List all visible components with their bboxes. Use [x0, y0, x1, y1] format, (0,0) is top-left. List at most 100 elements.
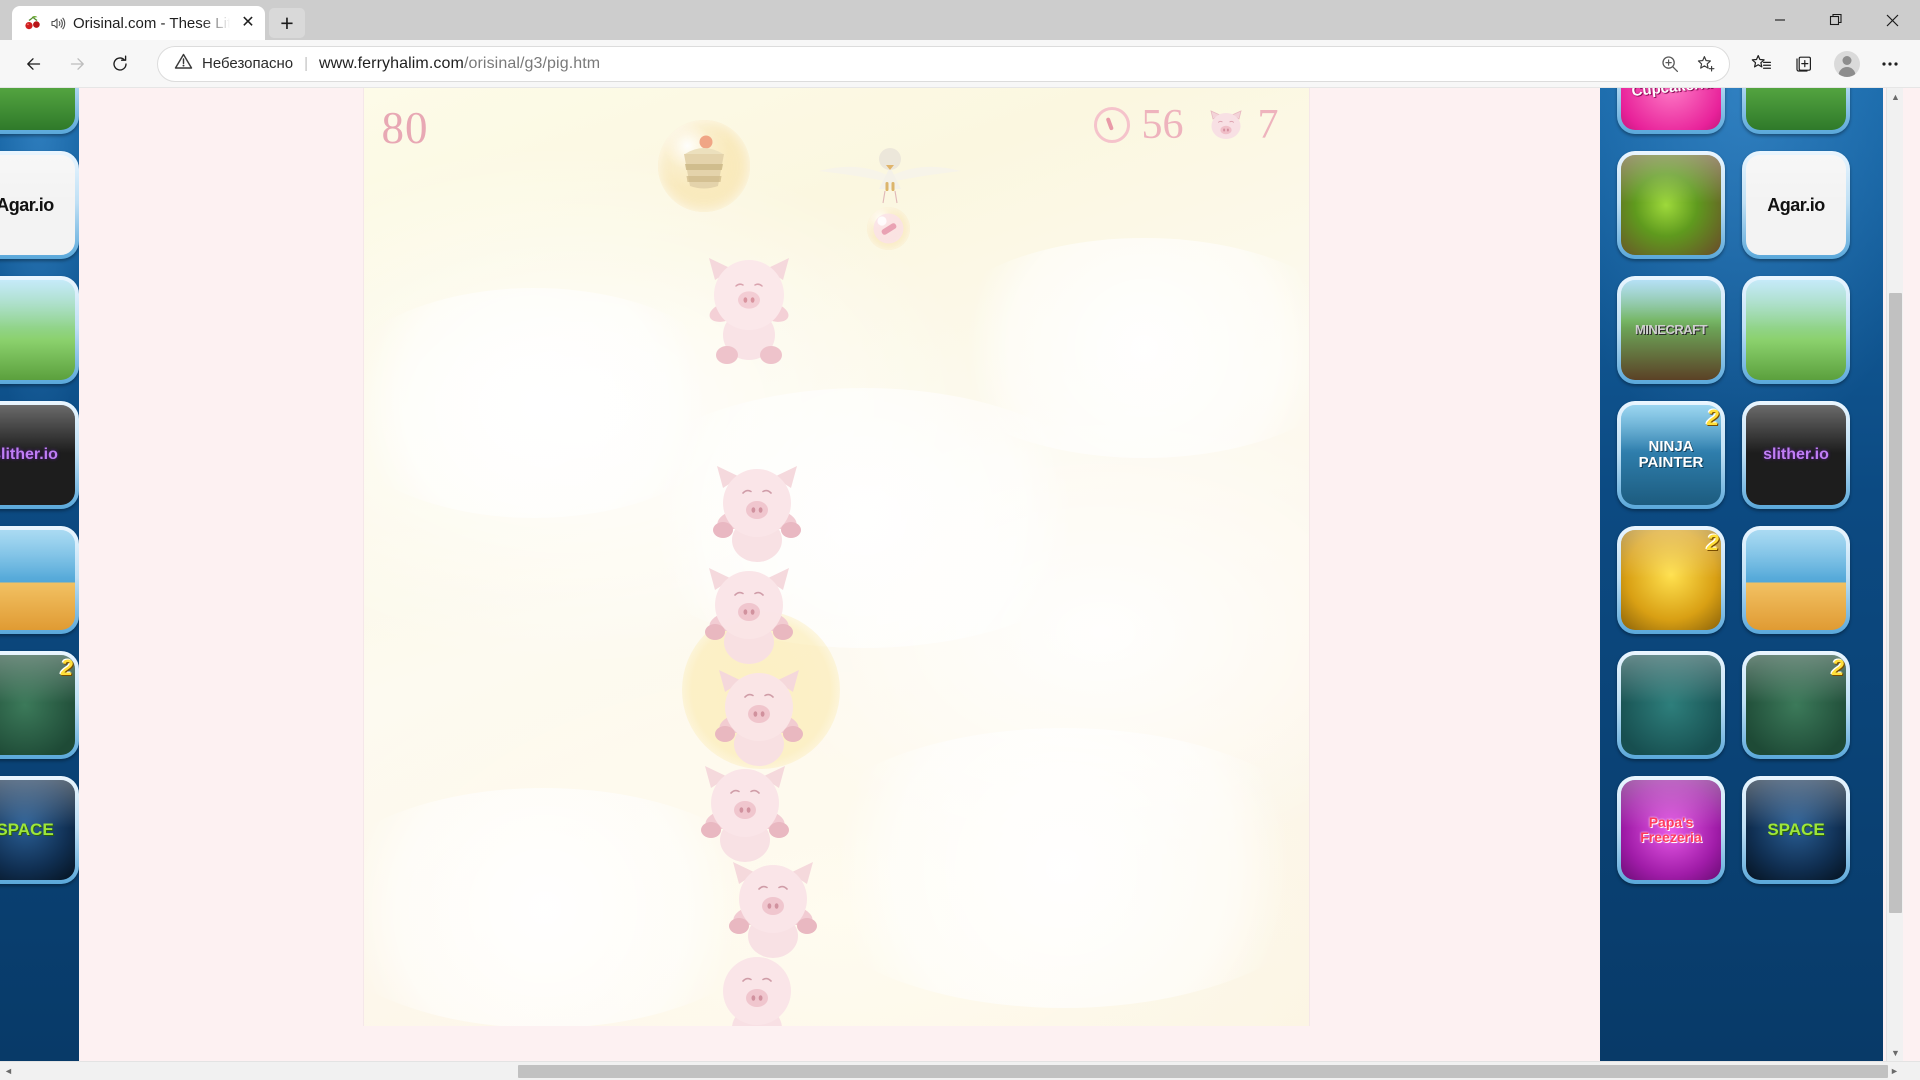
ad-tile-agar-io[interactable]: Agar.io — [1742, 151, 1850, 259]
back-button[interactable] — [14, 46, 54, 82]
url-path: /orisinal/g3/pig.htm — [463, 54, 601, 72]
ad-tile-moto-x3m[interactable] — [0, 526, 79, 634]
vertical-scroll-thumb[interactable] — [1889, 293, 1902, 913]
ad-tile-slither-io[interactable]: slither.io — [1742, 401, 1850, 509]
tab-strip: Orisinal.com - These Little Pigs ✕ + — [0, 0, 305, 40]
more-settings-icon[interactable] — [1870, 46, 1910, 82]
ad-tile-label: SPACE — [1767, 820, 1825, 840]
ad-tile-label: NINJA PAINTER — [1638, 438, 1704, 471]
timer-stat: 56 — [1093, 102, 1184, 148]
new-tab-button[interactable]: + — [269, 8, 305, 38]
browser-toolbar: Небезопасно | www.ferryhalim.com/orisina… — [0, 40, 1920, 88]
ad-tile-moto-x3m[interactable] — [1742, 526, 1850, 634]
address-bar[interactable]: Небезопасно | www.ferryhalim.com/orisina… — [157, 45, 1730, 82]
ad-tile-rowdy-wrestling[interactable]: 2 — [0, 651, 79, 759]
ad-tile-label: slither.io — [0, 445, 58, 463]
maximize-restore-button[interactable] — [1808, 0, 1864, 40]
right-ad-rail: Papa's Cupcakeria Agar.io MINECRAFT NINJA P… — [1600, 88, 1883, 1061]
ad-tile-label: Agar.io — [0, 194, 54, 215]
ad-tile-art — [1746, 530, 1846, 630]
pig-head-icon — [1206, 109, 1246, 141]
reload-button[interactable] — [100, 46, 140, 82]
cloud-decoration — [923, 238, 1309, 458]
browser-tab[interactable]: Orisinal.com - These Little Pigs ✕ — [12, 6, 265, 40]
url-text: www.ferryhalim.com/orisinal/g3/pig.htm — [319, 55, 600, 73]
scroll-up-arrow[interactable]: ▲ — [1887, 88, 1904, 105]
bandage-bubble[interactable] — [866, 207, 910, 250]
ad-tile-slither-io[interactable]: slither.io — [0, 401, 79, 509]
ad-tile-angry-birds-space[interactable]: SPACE — [0, 776, 79, 884]
ad-tile-art — [1746, 88, 1846, 130]
ad-tile-golf[interactable] — [1742, 88, 1850, 134]
avatar — [1834, 50, 1860, 77]
lives-value: 7 — [1257, 102, 1279, 148]
ad-tile-angry-birds[interactable] — [1742, 276, 1850, 384]
ad-tile-angry-birds[interactable] — [0, 276, 79, 384]
address-bar-actions — [1653, 49, 1723, 79]
ad-tile-label: SPACE — [0, 820, 54, 840]
profile-avatar-icon[interactable] — [1827, 46, 1867, 82]
ad-tile-art: slither.io — [1746, 405, 1846, 505]
speaker-playing-icon[interactable] — [49, 15, 66, 32]
ad-tile-agar-io[interactable]: Agar.io — [0, 151, 79, 259]
hud-stats: 56 7 — [1093, 102, 1279, 148]
browser-window: Orisinal.com - These Little Pigs ✕ + — [0, 0, 1920, 1080]
window-controls — [1752, 0, 1920, 40]
url-host: www.ferryhalim.com — [319, 54, 464, 72]
ad-tile-fruit-ninja[interactable] — [1617, 151, 1725, 259]
scroll-right-arrow[interactable]: ► — [1886, 1063, 1903, 1080]
ad-tile-label: slither.io — [1763, 445, 1829, 463]
collections-icon[interactable] — [1784, 46, 1824, 82]
cloud-decoration — [783, 728, 1309, 1008]
ad-tile-minecraft[interactable]: MINECRAFT — [1617, 276, 1725, 384]
ad-tile-ninja-painter-2[interactable]: NINJA PAINTER 2 — [1617, 401, 1725, 509]
ad-tile-art — [1621, 155, 1721, 255]
forward-button[interactable] — [57, 46, 97, 82]
address-separator: | — [304, 55, 308, 72]
zoom-in-icon[interactable] — [1653, 49, 1687, 79]
clock-icon — [1093, 107, 1130, 143]
timer-value: 56 — [1141, 102, 1184, 148]
horizontal-scroll-thumb[interactable] — [518, 1065, 1888, 1078]
cloud-decoration — [603, 388, 1124, 648]
ad-tile-art: Papa's Cupcakeria — [1621, 88, 1721, 130]
cherry-icon — [24, 14, 42, 32]
minimize-button[interactable] — [1752, 0, 1808, 40]
add-favorite-star-icon[interactable] — [1689, 49, 1723, 79]
game-canvas[interactable]: 80 56 7 — [362, 88, 1310, 1026]
left-game-tiles: Agar.io slither.io 2 SPACE — [0, 88, 79, 884]
bird-carrier[interactable] — [815, 141, 965, 216]
ad-tile-art: SPACE — [1746, 780, 1846, 880]
ad-tile-label: MINECRAFT — [1634, 322, 1708, 338]
page-viewport: Agar.io slither.io 2 SPACE 80 — [0, 88, 1920, 1080]
ad-tile-viking-donkey[interactable] — [1617, 651, 1725, 759]
ad-tile-badge: 2 — [60, 655, 73, 680]
tab-close-button[interactable]: ✕ — [237, 12, 259, 34]
ad-tile-angry-birds-space[interactable]: SPACE — [1742, 776, 1850, 884]
ad-tile-rowdy-wrestling[interactable]: 2 — [1742, 651, 1850, 759]
ad-tile-art: Agar.io — [0, 155, 75, 255]
vertical-scrollbar[interactable]: ▲ ▼ — [1886, 88, 1903, 1061]
close-window-button[interactable] — [1864, 0, 1920, 40]
pig-falling[interactable] — [699, 250, 799, 368]
ad-tile-art: SPACE — [0, 780, 75, 880]
security-status-text: Небезопасно — [202, 55, 294, 72]
ad-tile-art — [0, 88, 75, 130]
ad-tile-label: Papa's Cupcakeria — [1621, 88, 1721, 101]
ad-tile-art: Papa's Freezeria — [1621, 780, 1721, 880]
not-secure-warning-icon[interactable] — [174, 52, 193, 76]
game-area: 80 56 7 — [361, 88, 1311, 1026]
ad-tile-papas-freezeria[interactable]: Papa's Freezeria — [1617, 776, 1725, 884]
ad-tile-papas-cupcakeria[interactable]: Papa's Cupcakeria — [1617, 88, 1725, 134]
horizontal-scrollbar[interactable]: ◄ ► — [0, 1061, 1920, 1080]
scroll-left-arrow[interactable]: ◄ — [0, 1063, 17, 1080]
ad-tile-badge: 2 — [1831, 655, 1844, 680]
favorites-list-icon[interactable] — [1741, 46, 1781, 82]
right-game-tiles: Papa's Cupcakeria Agar.io MINECRAFT NINJA P… — [1617, 88, 1883, 884]
scroll-down-arrow[interactable]: ▼ — [1887, 1044, 1904, 1061]
ad-tile-golf[interactable] — [0, 88, 79, 134]
pig-stack[interactable] — [689, 458, 839, 1026]
cupcake-bubble[interactable] — [657, 120, 750, 212]
ad-tile-temple-run-2[interactable]: 2 — [1617, 526, 1725, 634]
ad-tile-label: Agar.io — [1767, 194, 1825, 215]
